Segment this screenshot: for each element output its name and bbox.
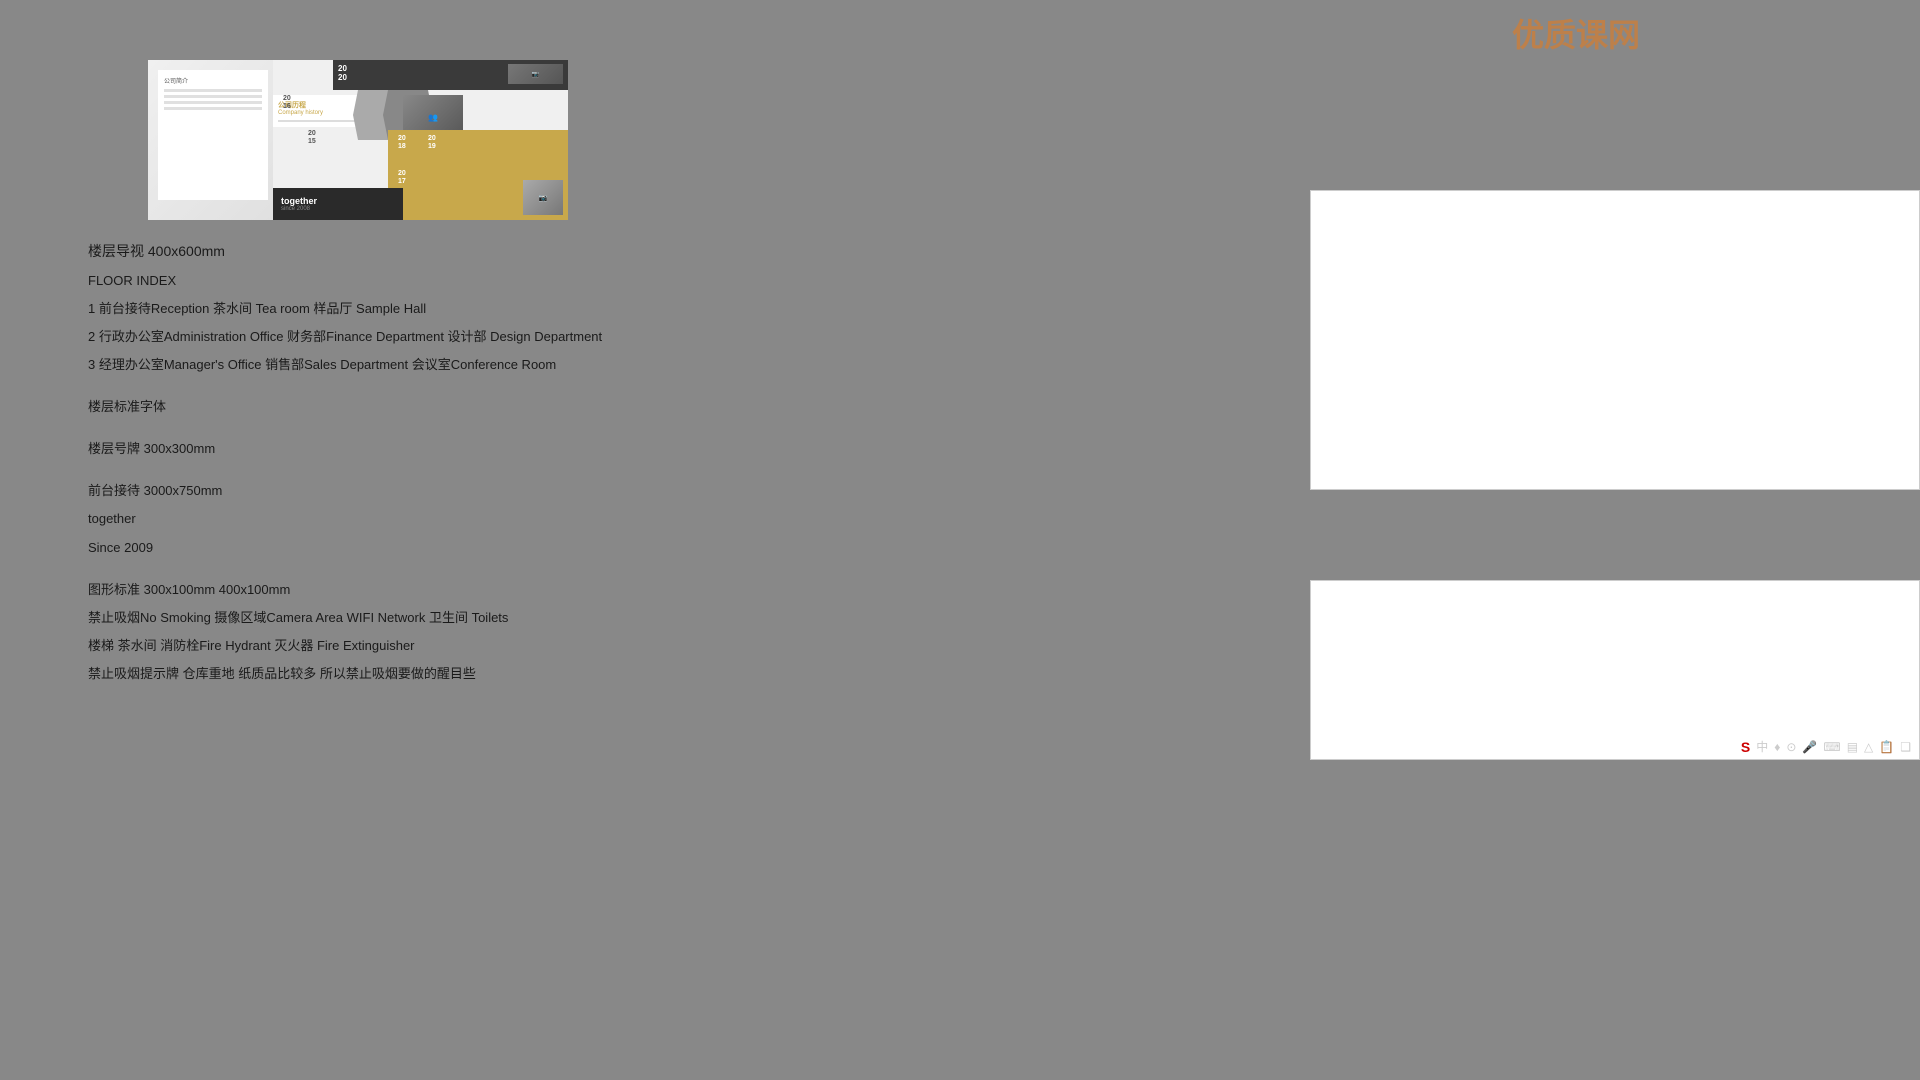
preview-photo-top: 📷 [508, 64, 563, 84]
floor-2-block: 2 行政办公室Administration Office 财务部Finance … [88, 326, 602, 348]
reception-together: together [88, 508, 602, 530]
preview-year-2018: 2018 [398, 135, 406, 152]
document-canvas: 公司简介 📷 2020 公司历程 Com [0, 0, 1920, 1058]
preview-since-text: since 2008 [281, 206, 310, 212]
floor-index-heading-block: 楼层导视 400x600mm [88, 240, 602, 264]
reception-since: Since 2009 [88, 537, 602, 559]
graphic-items: 禁止吸烟No Smoking 摄像区域Camera Area WIFI Netw… [88, 607, 602, 629]
preview-year-2019: 2019 [428, 135, 436, 152]
floor-1: 1 前台接待Reception 茶水间 Tea room 样品厅 Sample … [88, 298, 602, 320]
graphic-items2: 楼梯 茶水间 消防栓Fire Hydrant 灭火器 Fire Extingui… [88, 635, 602, 657]
floor-index-eng: FLOOR INDEX [88, 270, 602, 292]
preview-together-text: together [281, 196, 317, 206]
preview-image: 公司简介 📷 2020 公司历程 Com [148, 60, 568, 220]
reception-since-block: Since 2009 [88, 537, 602, 559]
floor-1-block: 1 前台接待Reception 茶水间 Tea room 样品厅 Sample … [88, 298, 602, 320]
white-rect-bottom: S 中 ♦ ⊙ 🎤 ⌨ ▤ △ 📋 ❑ [1310, 580, 1920, 760]
floor-index-eng-block: FLOOR INDEX [88, 270, 602, 292]
preview-doc-line4 [164, 107, 262, 110]
taskbar-icon-9: ❑ [1900, 740, 1911, 754]
preview-year-2017: 2017 [398, 170, 406, 187]
taskbar-icon-8: 📋 [1879, 740, 1894, 754]
taskbar-icon-1: 中 [1756, 738, 1768, 755]
reception-heading: 前台接待 3000x750mm [88, 480, 602, 502]
preview-main-area: 📷 2020 公司历程 Company history 👥 [273, 60, 568, 220]
watermark: 优质课网 [1512, 10, 1640, 56]
taskbar-icon-3: ⊙ [1786, 740, 1796, 754]
sougou-icon: S [1741, 739, 1750, 755]
spacer-4 [88, 565, 602, 579]
spacer-1 [88, 382, 602, 396]
preview-year-2020-top: 2020 [338, 64, 347, 82]
graphic-note-block: 禁止吸烟提示牌 仓库重地 纸质品比较多 所以禁止吸烟要做的醒目些 [88, 663, 602, 685]
floor-sign: 楼层号牌 300x300mm [88, 438, 602, 460]
preview-left-panel: 公司简介 [158, 70, 268, 200]
preview-gold-area: 2018 2019 2017 📷 [388, 130, 568, 220]
floor-sign-block: 楼层号牌 300x300mm [88, 438, 602, 460]
preview-doc-line2 [164, 95, 262, 98]
graphic-heading-block: 图形标准 300x100mm 400x100mm [88, 579, 602, 601]
graphic-items-block: 禁止吸烟No Smoking 摄像区域Camera Area WIFI Netw… [88, 607, 602, 629]
gold-photo-icon: 📷 [523, 180, 563, 215]
floor-font: 楼层标准字体 [88, 396, 602, 418]
graphic-heading: 图形标准 300x100mm 400x100mm [88, 579, 602, 601]
spacer-3 [88, 466, 602, 480]
preview-together-bar: together since 2008 [273, 188, 403, 220]
reception-together-block: together [88, 508, 602, 530]
preview-doc-line3 [164, 101, 262, 104]
floor-3-block: 3 经理办公室Manager's Office 销售部Sales Departm… [88, 354, 602, 376]
photo-placeholder-1: 📷 [508, 64, 563, 84]
taskbar-icon-6: ▤ [1847, 740, 1858, 754]
preview-photo-gold: 📷 [523, 180, 563, 215]
preview-year-2015: 2015 [308, 130, 316, 147]
floor-2: 2 行政办公室Administration Office 财务部Finance … [88, 326, 602, 348]
taskbar-icon-5: ⌨ [1823, 740, 1840, 754]
floor-font-block: 楼层标准字体 [88, 396, 602, 418]
preview-doc-line1 [164, 89, 262, 92]
preview-year-2016: 2016 [283, 95, 291, 112]
reception-heading-block: 前台接待 3000x750mm [88, 480, 602, 502]
graphic-items2-block: 楼梯 茶水间 消防栓Fire Hydrant 灭火器 Fire Extingui… [88, 635, 602, 657]
preview-container: 公司简介 📷 2020 公司历程 Com [148, 60, 568, 220]
floor-index-heading: 楼层导视 400x600mm [88, 240, 602, 264]
spacer-2 [88, 424, 602, 438]
taskbar-icon-4: 🎤 [1802, 740, 1817, 754]
taskbar-icon-7: △ [1864, 740, 1873, 754]
floor-3: 3 经理办公室Manager's Office 销售部Sales Departm… [88, 354, 602, 376]
taskbar-icon-2: ♦ [1774, 740, 1780, 754]
graphic-note: 禁止吸烟提示牌 仓库重地 纸质品比较多 所以禁止吸烟要做的醒目些 [88, 663, 602, 685]
content-area: 楼层导视 400x600mm FLOOR INDEX 1 前台接待Recepti… [88, 240, 602, 691]
white-rect-top [1310, 190, 1920, 490]
preview-dark-top: 📷 2020 [333, 60, 568, 90]
taskbar-icons-area: S 中 ♦ ⊙ 🎤 ⌨ ▤ △ 📋 ❑ [1741, 738, 1911, 755]
preview-doc-title: 公司简介 [164, 76, 262, 85]
